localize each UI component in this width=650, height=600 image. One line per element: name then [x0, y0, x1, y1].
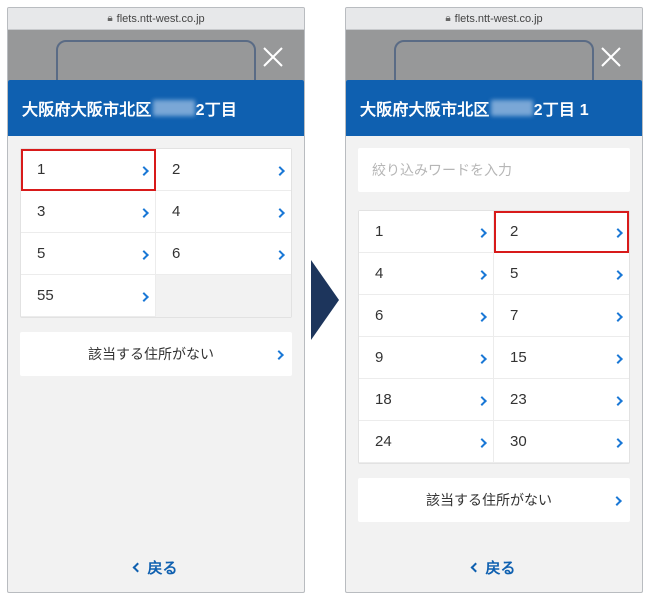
chevron-right-icon	[613, 270, 623, 280]
address-cell-label: 15	[510, 349, 527, 366]
address-cell-label: 2	[510, 223, 518, 240]
address-cell-label: 6	[375, 307, 383, 324]
address-cell[interactable]: 5	[21, 233, 156, 275]
address-cell[interactable]: 6	[156, 233, 291, 275]
close-button[interactable]	[256, 40, 290, 74]
address-cell-label: 1	[37, 161, 45, 178]
address-cell[interactable]: 4	[156, 191, 291, 233]
address-cell-label: 4	[375, 265, 383, 282]
chevron-right-icon	[477, 270, 487, 280]
address-cell[interactable]: 4	[359, 253, 494, 295]
chevron-right-icon	[613, 312, 623, 322]
address-cell-label: 18	[375, 391, 392, 408]
obfuscated-segment	[153, 100, 195, 116]
chevron-right-icon	[477, 354, 487, 364]
url-bar: 🔒︎ flets.ntt-west.co.jp	[8, 8, 304, 30]
url-bar: 🔒︎ flets.ntt-west.co.jp	[346, 8, 642, 30]
address-cell[interactable]: 15	[494, 337, 629, 379]
chevron-right-icon	[275, 166, 285, 176]
close-icon	[599, 45, 623, 69]
screen-right: 🔒︎ flets.ntt-west.co.jp 「フレッツ光クロス」に変更したい…	[345, 7, 643, 593]
chevron-left-icon	[133, 563, 143, 573]
chevron-right-icon	[139, 208, 149, 218]
transition-arrow-icon	[311, 260, 339, 340]
modal-overlay: 大阪府大阪市北区 2丁目 1 12456791518232430 該当する住所が…	[346, 30, 642, 592]
chevron-right-icon	[139, 166, 149, 176]
address-cell-label: 5	[37, 245, 45, 262]
chevron-right-icon	[139, 250, 149, 260]
address-cell[interactable]: 23	[494, 379, 629, 421]
chevron-right-icon	[477, 396, 487, 406]
chevron-left-icon	[471, 563, 481, 573]
chevron-right-icon	[612, 496, 622, 506]
no-match-button[interactable]: 該当する住所がない	[358, 478, 630, 522]
address-cell[interactable]: 1	[21, 149, 156, 191]
address-cell-empty	[156, 275, 291, 317]
address-cell[interactable]: 30	[494, 421, 629, 463]
address-cell-label: 9	[375, 349, 383, 366]
modal-overlay: 大阪府大阪市北区 2丁目 1 2 3 4 5 6 55 該当する住所がない	[8, 30, 304, 592]
filter-input[interactable]	[358, 148, 630, 192]
address-cell-label: 7	[510, 307, 518, 324]
chevron-right-icon	[613, 396, 623, 406]
address-cell[interactable]: 2	[494, 211, 629, 253]
chevron-right-icon	[613, 438, 623, 448]
lock-icon: 🔒︎	[445, 13, 450, 24]
address-grid: 1 2 3 4 5 6 55	[20, 148, 292, 318]
chevron-right-icon	[275, 250, 285, 260]
close-icon	[261, 45, 285, 69]
chevron-right-icon	[477, 438, 487, 448]
address-cell-label: 2	[172, 161, 180, 178]
chevron-right-icon	[477, 228, 487, 238]
chevron-right-icon	[274, 350, 284, 360]
address-cell[interactable]: 55	[21, 275, 156, 317]
address-cell-label: 5	[510, 265, 518, 282]
address-cell-label: 55	[37, 287, 54, 304]
address-cell-label: 23	[510, 391, 527, 408]
no-match-button[interactable]: 該当する住所がない	[20, 332, 292, 376]
obfuscated-segment	[491, 100, 533, 116]
address-cell[interactable]: 6	[359, 295, 494, 337]
address-cell[interactable]: 18	[359, 379, 494, 421]
chevron-right-icon	[275, 208, 285, 218]
address-cell-label: 6	[172, 245, 180, 262]
chevron-right-icon	[613, 354, 623, 364]
modal-panel: 大阪府大阪市北区 2丁目 1 12456791518232430 該当する住所が…	[346, 80, 642, 592]
address-cell-label: 3	[37, 203, 45, 220]
address-cell[interactable]: 7	[494, 295, 629, 337]
screen-left: 🔒︎ flets.ntt-west.co.jp 「フレッツ光クロス」に変更したい…	[7, 7, 305, 593]
back-button[interactable]: 戻る	[472, 557, 515, 578]
address-cell-label: 24	[375, 433, 392, 450]
address-cell-label: 4	[172, 203, 180, 220]
modal-title: 大阪府大阪市北区 2丁目 1	[346, 80, 642, 136]
address-cell[interactable]: 2	[156, 149, 291, 191]
chevron-right-icon	[477, 312, 487, 322]
address-cell[interactable]: 1	[359, 211, 494, 253]
address-cell[interactable]: 5	[494, 253, 629, 295]
address-grid: 12456791518232430	[358, 210, 630, 464]
address-cell[interactable]: 9	[359, 337, 494, 379]
chevron-right-icon	[613, 228, 623, 238]
chevron-right-icon	[139, 292, 149, 302]
close-button[interactable]	[594, 40, 628, 74]
address-cell-label: 1	[375, 223, 383, 240]
url-text: flets.ntt-west.co.jp	[117, 13, 205, 25]
address-cell-label: 30	[510, 433, 527, 450]
lock-icon: 🔒︎	[107, 13, 112, 24]
modal-panel: 大阪府大阪市北区 2丁目 1 2 3 4 5 6 55 該当する住所がない	[8, 80, 304, 592]
url-text: flets.ntt-west.co.jp	[455, 13, 543, 25]
address-cell[interactable]: 24	[359, 421, 494, 463]
address-cell[interactable]: 3	[21, 191, 156, 233]
back-button[interactable]: 戻る	[134, 557, 177, 578]
modal-title: 大阪府大阪市北区 2丁目	[8, 80, 304, 136]
